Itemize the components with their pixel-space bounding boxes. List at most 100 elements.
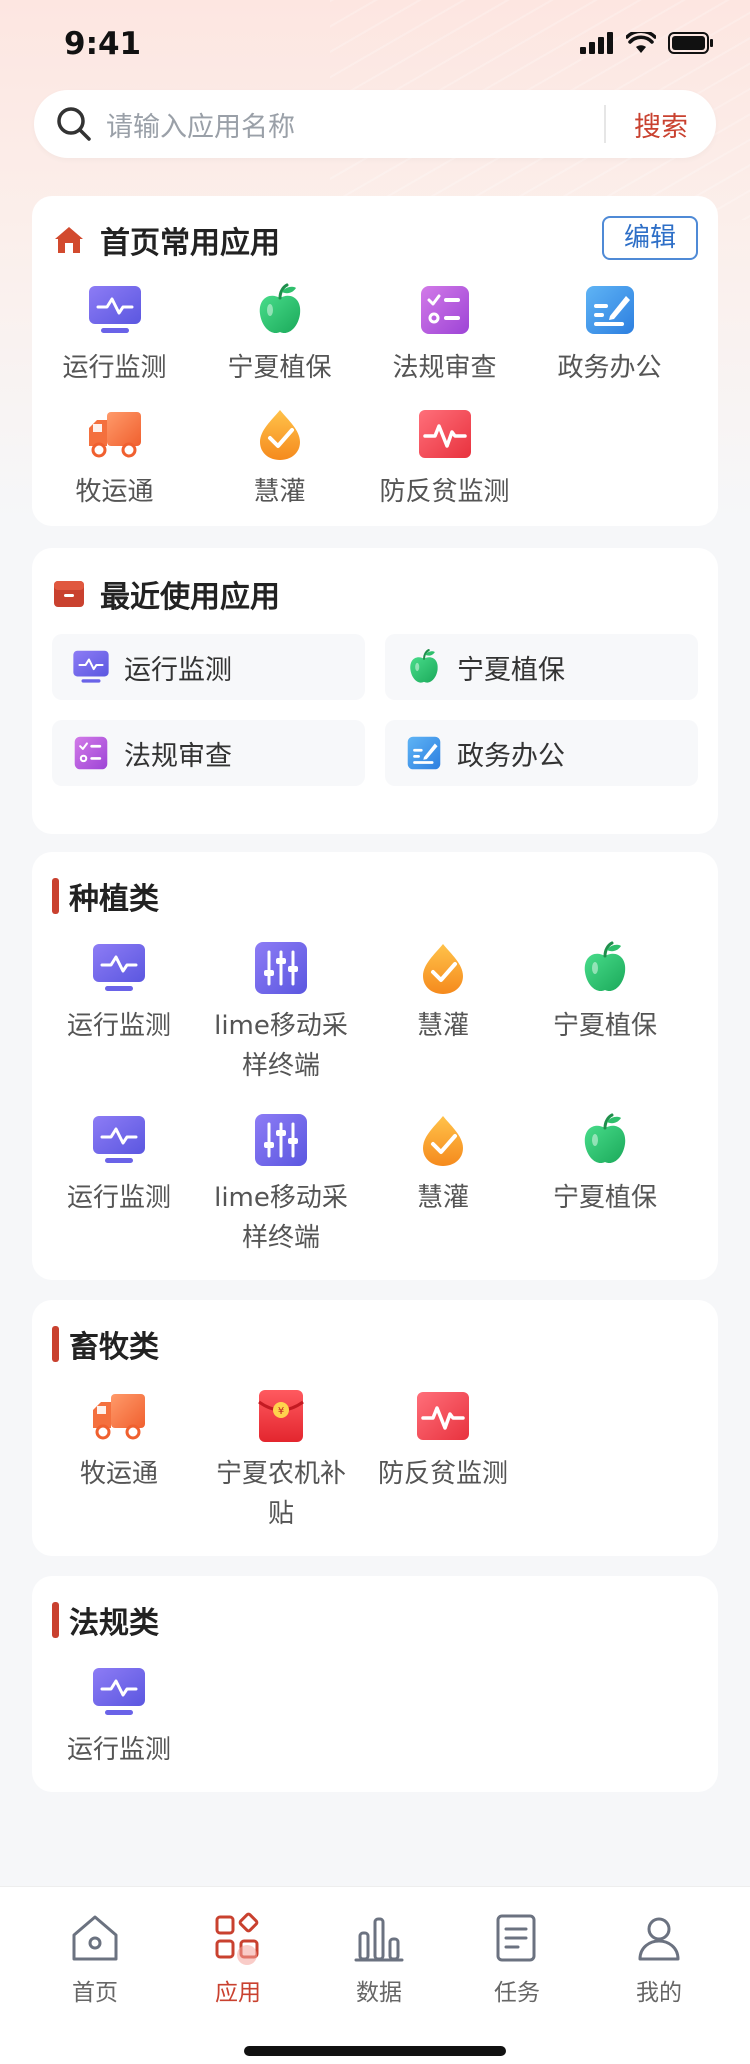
app-item[interactable]: 运行监测 xyxy=(32,282,197,406)
search-button[interactable]: 搜索 xyxy=(606,105,716,144)
app-item[interactable]: 牧运通 xyxy=(32,406,197,530)
search-bar[interactable]: 请输入应用名称 搜索 xyxy=(34,90,716,158)
recent-app-label: 宁夏植保 xyxy=(457,654,565,686)
app-label: 运行监测 xyxy=(62,353,167,383)
app-label: lime移动采样终端 xyxy=(214,1183,348,1253)
app-item[interactable]: 运行监测 xyxy=(38,940,200,1112)
recent-app-label: 法规审查 xyxy=(124,740,232,772)
drop-check-icon xyxy=(252,406,308,462)
app-item[interactable]: 宁夏植保 xyxy=(197,282,362,406)
app-item[interactable]: 防反贫监测 xyxy=(362,406,527,530)
tab-item[interactable]: 我的 xyxy=(604,1911,714,2007)
recent-app-label: 运行监测 xyxy=(124,654,232,686)
edit-doc-icon xyxy=(582,282,638,338)
app-item[interactable]: 运行监测 xyxy=(38,1664,200,1836)
wifi-icon xyxy=(626,32,656,53)
tab-item[interactable]: 首页 xyxy=(40,1911,150,2007)
planting-card: 种植类 运行监测 lime移动采样终端 慧灌 宁夏植保 运行监测 lime移动采样终端 慧灌… xyxy=(32,852,718,1280)
pulse-icon xyxy=(415,1388,471,1444)
recent-app-label: 政务办公 xyxy=(457,740,565,772)
house-icon xyxy=(55,227,83,253)
recent-apps-list: 运行监测 宁夏植保法规审查 政务办公 xyxy=(52,634,698,786)
sliders-icon xyxy=(253,940,309,996)
app-item[interactable]: lime移动采样终端 xyxy=(200,940,362,1112)
app-label: 牧运通 xyxy=(75,477,154,507)
tab-label: 应用 xyxy=(215,1980,261,2006)
app-label: 运行监测 xyxy=(66,1183,171,1213)
tab-item[interactable]: 数据 xyxy=(324,1911,434,2007)
app-item[interactable]: 防反贫监测 xyxy=(362,1388,524,1560)
app-label: 防反贫监测 xyxy=(379,477,510,507)
task-doc-icon xyxy=(490,1911,544,1965)
app-label: 运行监测 xyxy=(66,1735,171,1765)
checklist-icon xyxy=(417,282,473,338)
svg-text:¥: ¥ xyxy=(278,1406,284,1417)
app-label: 运行监测 xyxy=(66,1011,171,1041)
section-bar xyxy=(52,1326,59,1362)
search-icon xyxy=(57,107,91,141)
recent-app-item[interactable]: 运行监测 xyxy=(52,634,365,700)
app-label: 慧灌 xyxy=(416,1183,469,1213)
app-item[interactable]: 慧灌 xyxy=(362,1112,524,1284)
app-label: 宁夏植保 xyxy=(552,1183,657,1213)
common-apps-title: 首页常用应用 xyxy=(52,218,280,262)
app-label: 牧运通 xyxy=(79,1459,158,1489)
drop-check-icon xyxy=(415,1112,471,1168)
recent-app-item[interactable]: 宁夏植保 xyxy=(385,634,698,700)
signal-icon xyxy=(580,32,613,54)
app-item[interactable]: 宁夏植保 xyxy=(524,1112,686,1284)
app-item[interactable]: ¥ 宁夏农机补贴 xyxy=(200,1388,362,1560)
law-title: 法规类 xyxy=(52,1598,159,1642)
bar-chart-icon xyxy=(352,1911,406,1965)
monitor-icon xyxy=(87,282,143,338)
app-label: 政务办公 xyxy=(557,353,662,383)
recent-app-item[interactable]: 政务办公 xyxy=(385,720,698,786)
home-icon xyxy=(68,1911,122,1965)
app-item[interactable]: 慧灌 xyxy=(197,406,362,530)
recent-app-item[interactable]: 法规审查 xyxy=(52,720,365,786)
status-bar: 9:41 xyxy=(0,0,750,90)
monitor-icon xyxy=(72,648,110,686)
status-icons xyxy=(580,32,714,54)
law-card: 法规类 运行监测 xyxy=(32,1576,718,1792)
tab-item[interactable]: 应用 xyxy=(183,1911,293,2007)
app-label: 宁夏植保 xyxy=(552,1011,657,1041)
apple-icon xyxy=(405,648,443,686)
truck-icon xyxy=(87,406,143,462)
home-indicator xyxy=(244,2046,506,2056)
planting-title: 种植类 xyxy=(52,874,159,918)
apple-icon xyxy=(577,1112,633,1168)
apple-icon xyxy=(577,940,633,996)
monitor-icon xyxy=(91,1112,147,1168)
tab-label: 首页 xyxy=(72,1980,118,2006)
apps-icon xyxy=(211,1911,265,1965)
planting-grid: 运行监测 lime移动采样终端 慧灌 宁夏植保 运行监测 lime移动采样终端 慧灌 宁夏植保 xyxy=(38,940,724,1284)
section-bar xyxy=(52,878,59,914)
section-bar xyxy=(52,1602,59,1638)
common-apps-grid: 运行监测 宁夏植保 法规审查 政务办公牧运通 慧灌 防反贫监测 xyxy=(32,282,718,530)
tab-item[interactable]: 任务 xyxy=(462,1911,572,2007)
app-item[interactable]: lime移动采样终端 xyxy=(200,1112,362,1284)
app-item[interactable]: 运行监测 xyxy=(38,1112,200,1284)
livestock-grid: 牧运通 ¥ 宁夏农机补贴 防反贫监测 xyxy=(38,1388,724,1560)
common-apps-card: 首页常用应用 编辑 运行监测 宁夏植保 法规审查 政务办公牧运通 慧灌 防反贫监测 xyxy=(32,196,718,526)
app-label: 防反贫监测 xyxy=(377,1459,508,1489)
search-input[interactable]: 请输入应用名称 xyxy=(106,105,604,144)
monitor-icon xyxy=(91,940,147,996)
monitor-icon xyxy=(91,1664,147,1720)
edit-doc-icon xyxy=(405,734,443,772)
app-item[interactable]: 慧灌 xyxy=(362,940,524,1112)
app-item[interactable]: 宁夏植保 xyxy=(524,940,686,1112)
archive-box-icon xyxy=(54,581,84,607)
app-label: 慧灌 xyxy=(253,477,306,507)
edit-button[interactable]: 编辑 xyxy=(602,216,698,260)
tab-label: 任务 xyxy=(494,1980,540,2006)
recent-apps-card: 最近使用应用 运行监测 宁夏植保 法规审查 政务办公 xyxy=(32,548,718,834)
app-item[interactable]: 政务办公 xyxy=(527,282,692,406)
law-grid: 运行监测 xyxy=(38,1664,724,1836)
truck-icon xyxy=(91,1388,147,1444)
tab-bar: 首页 应用 数据 任务 我的 xyxy=(0,1886,750,2064)
drop-check-icon xyxy=(415,940,471,996)
app-item[interactable]: 牧运通 xyxy=(38,1388,200,1560)
app-item[interactable]: 法规审查 xyxy=(362,282,527,406)
